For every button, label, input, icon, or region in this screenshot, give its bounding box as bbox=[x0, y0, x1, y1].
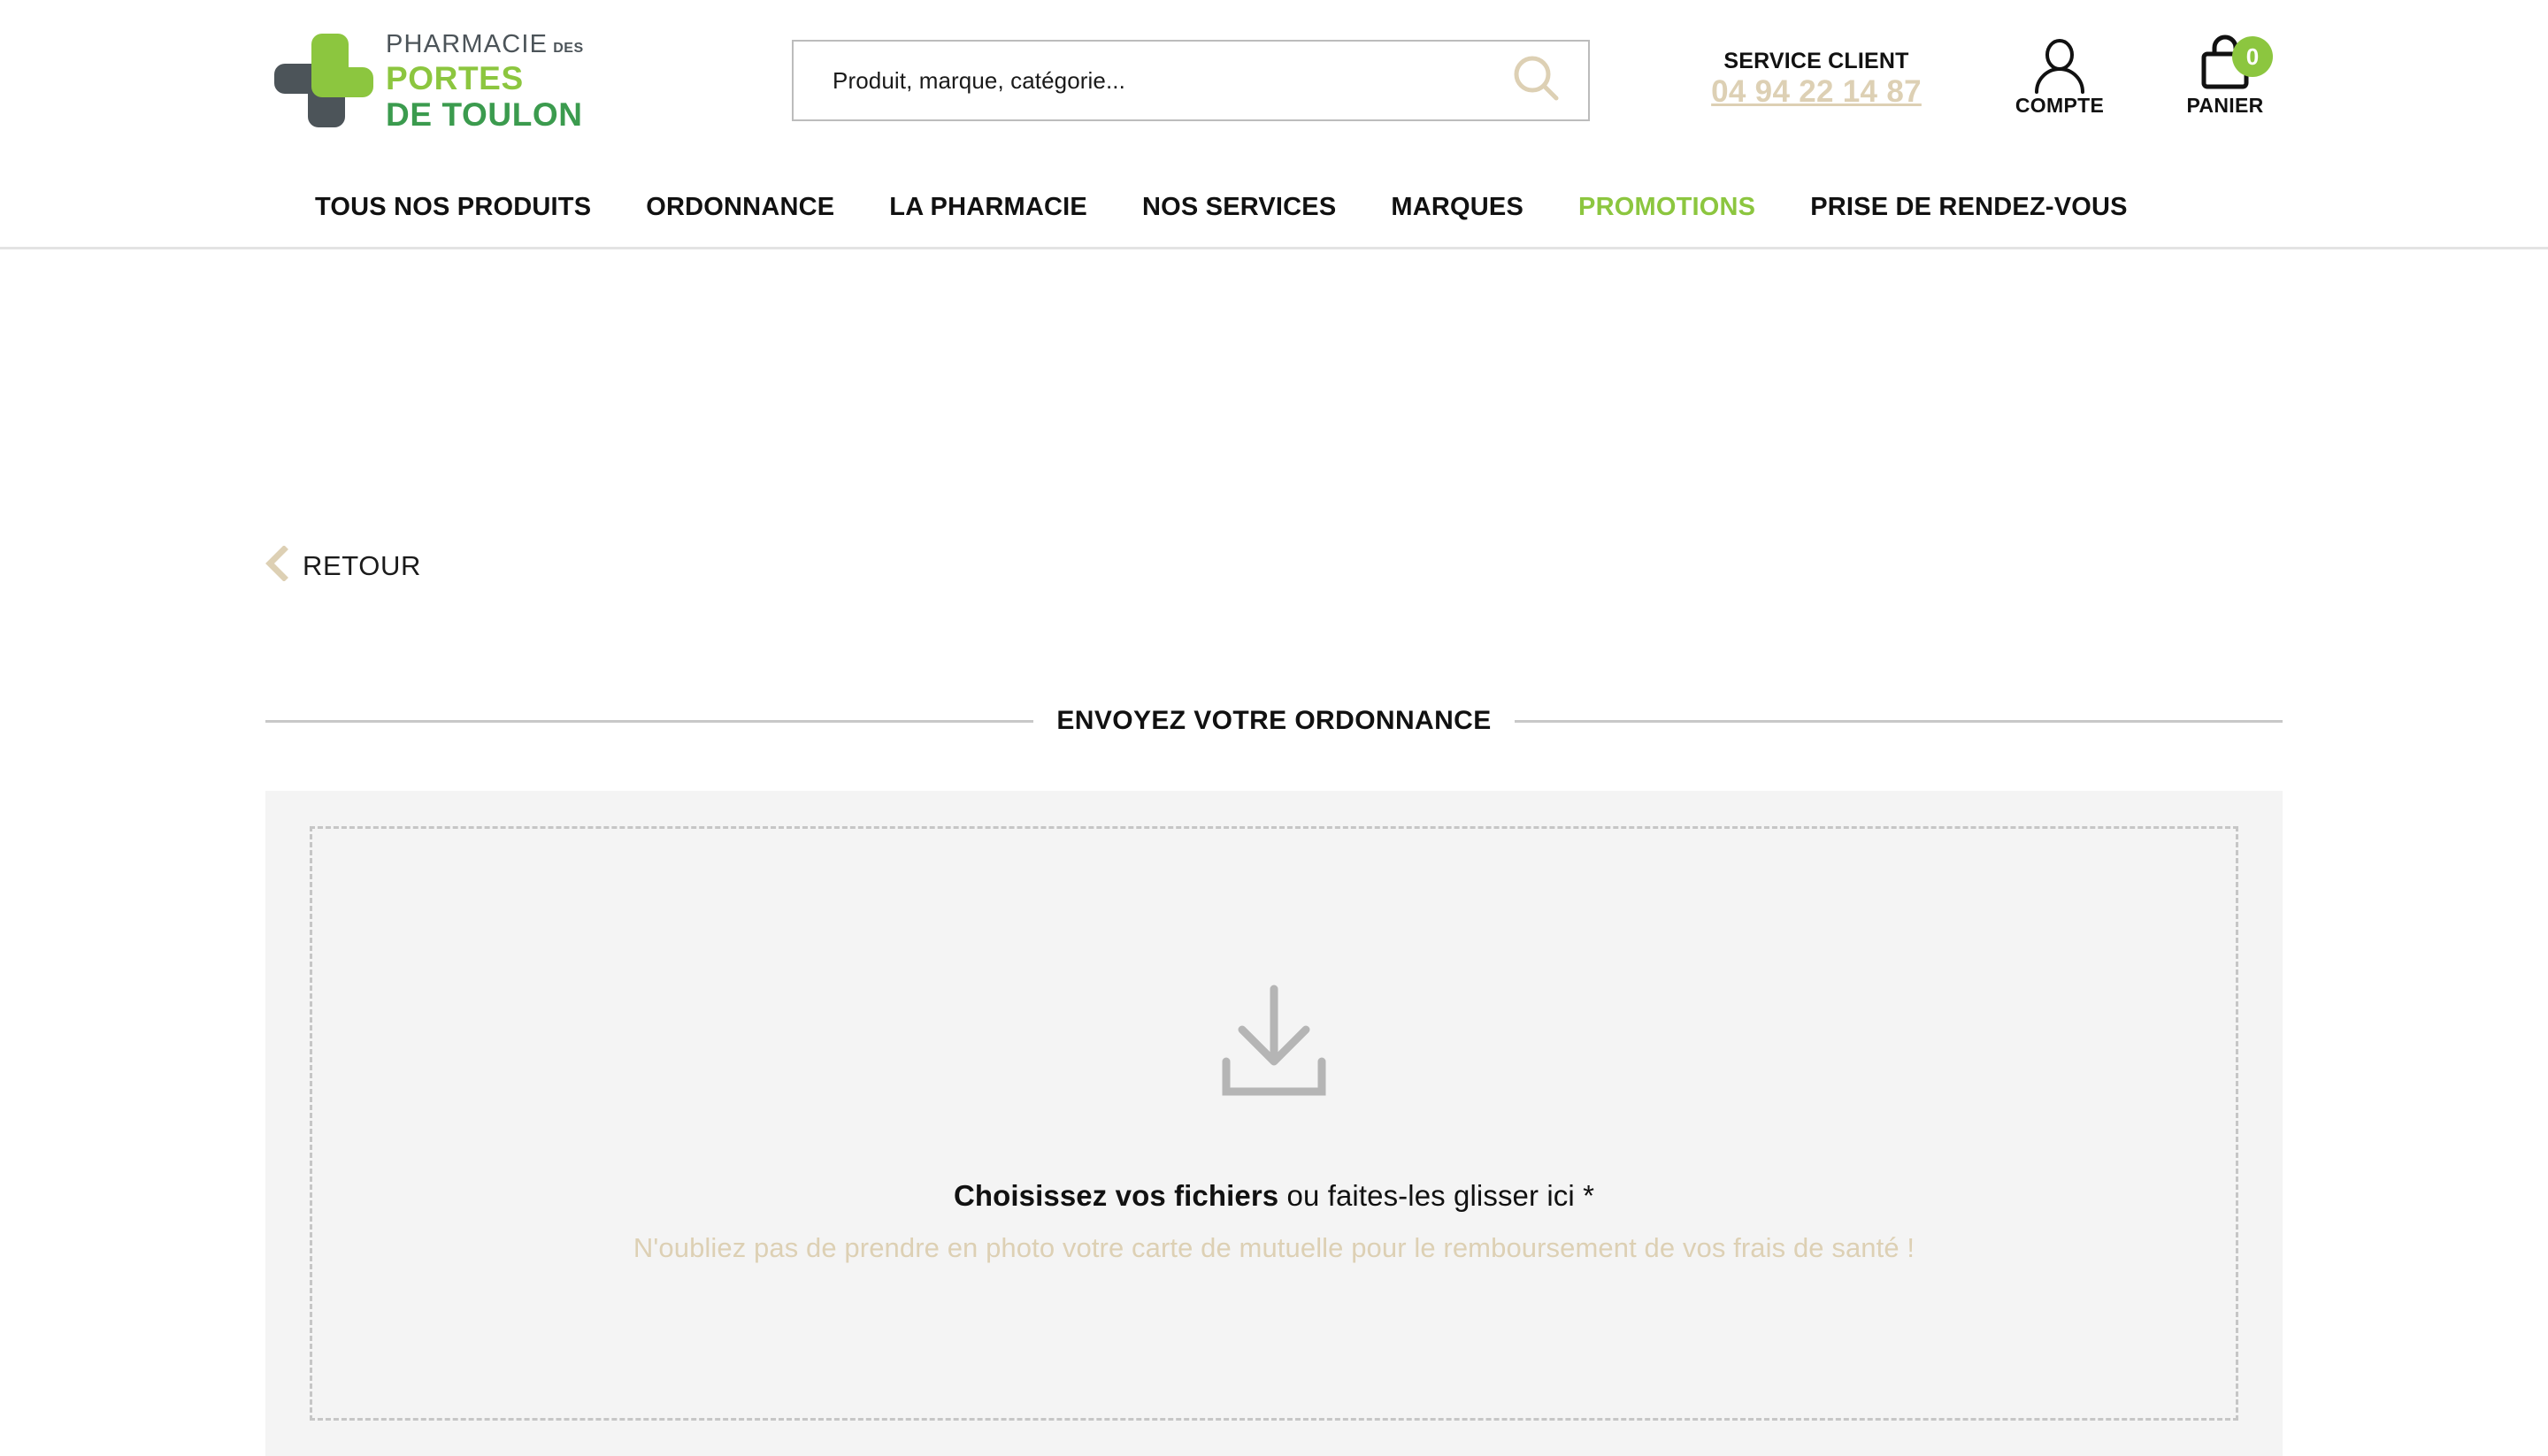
dropzone-drag-hint: ou faites-les glisser ici * bbox=[1278, 1178, 1595, 1212]
nav-item-ordonnance[interactable]: ORDONNANCE bbox=[618, 193, 862, 222]
account-label: COMPTE bbox=[2015, 94, 2105, 117]
nav-item-marques[interactable]: MARQUES bbox=[1363, 193, 1551, 222]
logo-line-pharmacie: PHARMACIE bbox=[386, 30, 549, 58]
user-icon bbox=[1993, 35, 2126, 94]
cart-link[interactable]: 0 PANIER bbox=[2159, 34, 2291, 118]
nav-item-nos-services[interactable]: NOS SERVICES bbox=[1115, 193, 1363, 222]
logo-line-des: DES bbox=[553, 41, 584, 56]
search-icon bbox=[1509, 52, 1564, 110]
search-bar[interactable] bbox=[792, 40, 1590, 121]
site-header: PHARMACIE DES PORTES DE TOULON SERVICE C… bbox=[0, 0, 2548, 170]
nav-item-promotions[interactable]: PROMOTIONS bbox=[1551, 193, 1783, 222]
customer-service-block: SERVICE CLIENT 04 94 22 14 87 bbox=[1687, 49, 1946, 110]
search-submit-button[interactable] bbox=[1503, 42, 1588, 119]
section-rule-right bbox=[1514, 719, 2283, 723]
back-link[interactable]: RETOUR bbox=[265, 545, 421, 586]
page-title: ENVOYEZ VOTRE ORDONNANCE bbox=[1056, 706, 1492, 735]
site-logo[interactable]: PHARMACIE DES PORTES DE TOULON bbox=[274, 32, 584, 131]
back-link-label: RETOUR bbox=[303, 549, 421, 581]
logo-line-de-toulon: DE TOULON bbox=[386, 96, 583, 133]
search-input[interactable] bbox=[794, 66, 1503, 95]
nav-item-prise-de-rendez-vous[interactable]: PRISE DE RENDEZ-VOUS bbox=[1783, 193, 2155, 222]
section-heading: ENVOYEZ VOTRE ORDONNANCE bbox=[265, 706, 2283, 736]
section-rule-left bbox=[265, 719, 1034, 723]
logo-wordmark: PHARMACIE DES PORTES DE TOULON bbox=[386, 30, 584, 133]
cart-count-badge: 0 bbox=[2232, 36, 2273, 77]
pharmacy-cross-icon bbox=[274, 34, 373, 129]
cart-label: PANIER bbox=[2186, 94, 2264, 117]
main-navigation: TOUS NOS PRODUITS ORDONNANCE LA PHARMACI… bbox=[0, 170, 2548, 249]
download-icon bbox=[1217, 984, 1331, 1103]
dropzone-subtext: N'oubliez pas de prendre en photo votre … bbox=[633, 1231, 1915, 1263]
shopping-bag-icon bbox=[2199, 34, 2251, 93]
logo-line-portes: PORTES bbox=[386, 60, 524, 96]
customer-service-label: SERVICE CLIENT bbox=[1723, 49, 1909, 73]
cart-icon-wrapper: 0 bbox=[2159, 34, 2291, 94]
upload-panel: Choisissez vos fichiers ou faites-les gl… bbox=[265, 791, 2283, 1456]
customer-service-phone[interactable]: 04 94 22 14 87 bbox=[1711, 74, 1922, 109]
dropzone-primary-text: Choisissez vos fichiers ou faites-les gl… bbox=[954, 1179, 1594, 1213]
nav-items: TOUS NOS PRODUITS ORDONNANCE LA PHARMACI… bbox=[315, 170, 2155, 244]
nav-item-tous-nos-produits[interactable]: TOUS NOS PRODUITS bbox=[315, 193, 618, 222]
account-link[interactable]: COMPTE bbox=[1993, 35, 2126, 118]
chevron-left-icon bbox=[265, 545, 288, 586]
file-dropzone[interactable]: Choisissez vos fichiers ou faites-les gl… bbox=[310, 826, 2238, 1421]
nav-item-la-pharmacie[interactable]: LA PHARMACIE bbox=[862, 193, 1115, 222]
dropzone-choose-files-label[interactable]: Choisissez vos fichiers bbox=[954, 1179, 1278, 1212]
